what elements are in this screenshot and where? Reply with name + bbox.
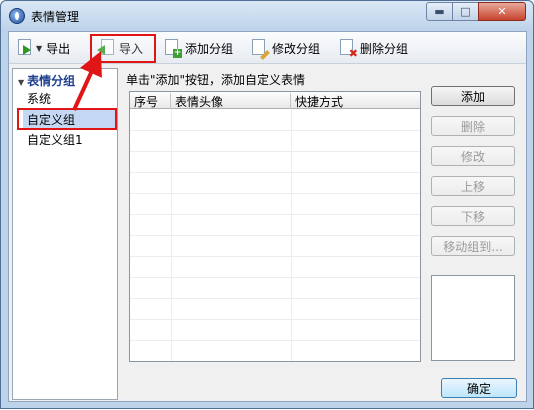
dialog-window: 表情管理 ▬ □ ✕ ▼ 导出 导入 + 添加分组 修改分组 ✖ 删除分组 ▼ … — [0, 0, 534, 409]
move-up-button[interactable]: 上移 — [431, 176, 515, 196]
toolbar: ▼ 导出 导入 + 添加分组 修改分组 ✖ 删除分组 — [9, 32, 526, 64]
column-header-index[interactable]: 序号 — [130, 93, 171, 109]
maximize-button[interactable]: □ — [452, 2, 479, 21]
close-button[interactable]: ✕ — [478, 2, 526, 21]
column-header-avatar[interactable]: 表情头像 — [171, 93, 291, 109]
add-button[interactable]: 添加 — [431, 86, 515, 106]
close-icon: ✕ — [497, 5, 507, 18]
title-bar[interactable]: 表情管理 ▬ □ ✕ — [1, 1, 533, 31]
delete-group-button[interactable]: ✖ 删除分组 — [335, 36, 411, 60]
delete-group-label: 删除分组 — [360, 41, 409, 56]
table-header: 序号 表情头像 快捷方式 — [130, 92, 420, 109]
tree-item-custom-group-1[interactable]: 自定义组1 — [27, 131, 83, 148]
edit-group-icon — [250, 39, 270, 60]
window-title: 表情管理 — [31, 10, 80, 24]
emoticon-table[interactable]: 序号 表情头像 快捷方式 — [129, 91, 421, 362]
emoticon-panel: 单击"添加"按钮，添加自定义表情 序号 表情头像 快捷方式 添加 删除 修改 上… — [122, 68, 525, 368]
hint-text: 单击"添加"按钮，添加自定义表情 — [126, 73, 306, 87]
minimize-icon: ▬ — [434, 5, 445, 18]
edit-button[interactable]: 修改 — [431, 146, 515, 166]
move-down-button[interactable]: 下移 — [431, 206, 515, 226]
export-label: 导出 — [46, 41, 71, 56]
tree-root-label: 表情分组 — [27, 74, 76, 88]
ok-button[interactable]: 确定 — [441, 378, 517, 398]
add-group-button[interactable]: + 添加分组 — [160, 36, 236, 60]
chevron-down-icon[interactable]: ▼ — [36, 44, 42, 53]
emoticon-preview — [431, 275, 515, 361]
move-to-group-button[interactable]: 移动组到... — [431, 236, 515, 256]
app-logo-icon — [9, 8, 25, 24]
import-highlight-box — [90, 34, 156, 63]
group-highlight-box — [17, 108, 117, 130]
tree-root-node[interactable]: ▼ 表情分组 — [18, 72, 75, 89]
column-header-shortcut[interactable]: 快捷方式 — [291, 93, 420, 109]
dialog-client-area: ▼ 导出 导入 + 添加分组 修改分组 ✖ 删除分组 ▼ 表情分组 系统 自定义… — [8, 31, 527, 402]
minimize-button[interactable]: ▬ — [426, 2, 453, 21]
add-group-icon: + — [163, 39, 182, 58]
edit-group-label: 修改分组 — [272, 41, 321, 56]
collapse-triangle-icon[interactable]: ▼ — [18, 78, 24, 87]
export-button[interactable]: ▼ 导出 — [13, 36, 73, 60]
edit-group-button[interactable]: 修改分组 — [247, 36, 323, 60]
add-group-label: 添加分组 — [185, 41, 234, 56]
tree-item-system[interactable]: 系统 — [27, 90, 51, 107]
delete-group-icon: ✖ — [338, 39, 358, 59]
group-tree[interactable]: ▼ 表情分组 系统 自定义组 自定义组1 — [12, 68, 118, 400]
delete-button[interactable]: 删除 — [431, 116, 515, 136]
export-icon — [16, 39, 34, 57]
maximize-icon: □ — [460, 5, 471, 18]
